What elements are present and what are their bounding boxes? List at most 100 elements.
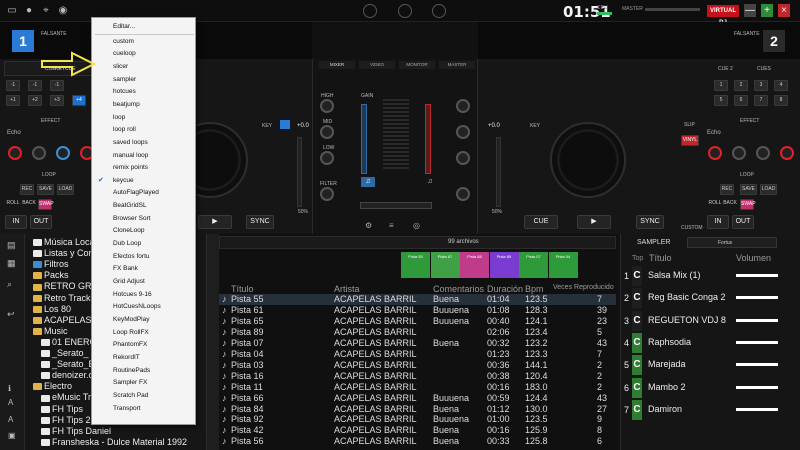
menu-item[interactable]: RoutinePads [92,365,197,377]
play-button[interactable]: ▶ [577,215,611,229]
folder-item[interactable]: FH Tips Daniel [41,426,111,437]
list-icon[interactable]: ▣ [8,431,16,440]
menu-item[interactable]: sampler [92,74,197,86]
menu-item[interactable]: cueloop [92,48,197,60]
fx-knob-str[interactable] [708,146,722,160]
effect-name[interactable]: Echo [707,130,721,136]
fx-knob-lp[interactable] [56,146,70,160]
folder-item[interactable]: _Serato_ [41,348,89,359]
karaoke-icon[interactable]: A [8,415,13,424]
play-button[interactable]: ▶ [198,215,232,229]
sample-volume-bar[interactable] [736,340,778,344]
playlist-icon[interactable]: ▦ [7,258,16,269]
eq-mid-right[interactable] [456,125,470,139]
sample-volume-bar[interactable] [736,318,778,322]
pad-8[interactable]: 8 [774,95,788,106]
maximize-button[interactable]: + [761,4,773,17]
folder-item[interactable]: Música Local [33,237,97,248]
folder-tree-scrollbar[interactable] [206,234,219,450]
menu-item[interactable]: Editar... [92,21,197,33]
equalizer-icon[interactable]: ≡ [389,221,394,230]
minimize-button[interactable]: — [744,4,756,17]
pad-6[interactable]: 6 [734,95,748,106]
table-row[interactable]: ♪ Pista 92 ACAPELAS BARRIL Buuuena 01:00 123.… [219,414,616,425]
folder-item[interactable]: Retro Tracks [33,293,95,304]
search-icon[interactable]: ⌕ [7,279,12,290]
folder-item[interactable]: ACAPELAS [33,315,92,326]
headphone-cue-right-icon[interactable]: ♫ [423,177,437,187]
folder-item[interactable]: Filtros [33,259,69,270]
table-row[interactable]: ♪ Pista 61 ACAPELAS BARRIL Buuuena 01:08 128.… [219,305,616,316]
menu-item[interactable]: Sampler FX [92,377,197,389]
menu-item[interactable]: hotcues [92,86,197,98]
table-row[interactable]: ♪ Pista 11 ACAPELAS BARRIL 00:16 183.0 2 [219,382,616,393]
crossfader[interactable] [360,202,432,209]
roll-button[interactable]: ROLL [708,199,722,210]
folder-item[interactable]: Music [33,326,68,337]
pad-2[interactable]: 2 [734,80,748,91]
table-row[interactable]: ♪ Pista 07 ACAPELAS BARRIL Buena 00:32 123.2 4… [219,338,616,349]
menu-item[interactable]: loop roll [92,124,197,136]
tab-master[interactable]: MASTER [439,61,475,69]
pitch-fader-right[interactable] [496,137,501,207]
volume-fader-right[interactable] [425,104,431,174]
pad-8[interactable]: +4 [72,95,86,106]
fx-knob-len[interactable] [32,146,46,160]
pad-7[interactable]: 7 [754,95,768,106]
effect-name[interactable]: Echo [7,130,21,136]
menu-item[interactable]: beatjump [92,99,197,111]
pad-4[interactable]: 4 [774,80,788,91]
search-field[interactable]: 99 archivos [219,236,616,249]
folder-item[interactable]: Packs [33,270,69,281]
menu-item[interactable]: slicer [92,61,197,73]
table-row[interactable]: ♪ Pista 04 ACAPELAS BARRIL 01:23 123.3 7 [219,349,616,360]
pad-3[interactable]: -1 [50,80,64,91]
tab-video[interactable]: VIDEO [359,61,395,69]
table-row[interactable]: ♪ Pista 03 ACAPELAS BARRIL 00:36 144.1 2 [219,360,616,371]
menu-item[interactable]: KeyModPlay [92,314,197,326]
folder-item[interactable]: FH Tips 2 [41,415,91,426]
color-filter-chip[interactable]: Pista 67 [430,252,460,278]
window-icon[interactable]: ▭ [6,5,18,16]
menu-item[interactable]: AutoFlagPlayed [92,187,197,199]
master-dial[interactable] [432,4,446,18]
folder-item[interactable]: Electro [33,381,72,392]
table-row[interactable]: ♪ Pista 66 ACAPELAS BARRIL Buuuena 00:59 124.… [219,393,616,404]
menu-item[interactable]: Scratch Pad [92,390,197,402]
menu-item[interactable]: ✔ keycue [92,175,197,187]
table-row[interactable]: ♪ Pista 16 ACAPELAS BARRIL 00:38 120.4 2 [219,371,616,382]
load-button[interactable]: LOAD [57,184,74,195]
folder-item[interactable]: Listas y Con [33,248,94,259]
menu-item[interactable]: loop [92,112,197,124]
fx-knob-lp[interactable] [756,146,770,160]
info-icon[interactable]: ℹ [8,384,11,393]
jog-wheel-right[interactable] [550,122,626,198]
close-button[interactable]: × [778,4,790,17]
menu-item[interactable]: FX Bank [92,263,197,275]
sample-volume-bar[interactable] [736,407,778,411]
column-header[interactable]: Comentarios [433,284,484,294]
back-icon[interactable]: ↩ [7,309,15,320]
save-button[interactable]: SAVE [37,184,54,195]
menu-item[interactable]: custom [92,36,197,48]
sample-play-icon[interactable]: C [632,399,642,420]
tab-mixer[interactable]: MIXER [319,61,355,69]
pad-1[interactable]: 1 [714,80,728,91]
crossfader-dial[interactable] [398,4,412,18]
sampler-slot[interactable]: 5 C Marejada [620,354,800,376]
pad-1[interactable]: -1 [6,80,20,91]
sample-play-icon[interactable]: C [632,310,642,331]
column-header[interactable]: Artista [334,284,360,294]
menu-item[interactable]: remix points [92,162,197,174]
loop-out-button[interactable]: OUT [732,215,754,229]
sampler-bank-select[interactable]: Fortus [687,237,777,248]
fx-knob-len[interactable] [732,146,746,160]
menu-item[interactable]: Grid Adjust [92,276,197,288]
menu-item[interactable]: BeatGridSL [92,200,197,212]
sampler-slot[interactable]: 2 C Reg Basic Conga 2 [620,287,800,309]
sample-play-icon[interactable]: C [632,332,642,353]
pad-7[interactable]: +3 [50,95,64,106]
color-filter-chip[interactable]: Pista 55 [401,252,430,278]
color-filter-chip[interactable]: Pista 07 [519,252,548,278]
eq-high-left[interactable] [320,99,334,113]
